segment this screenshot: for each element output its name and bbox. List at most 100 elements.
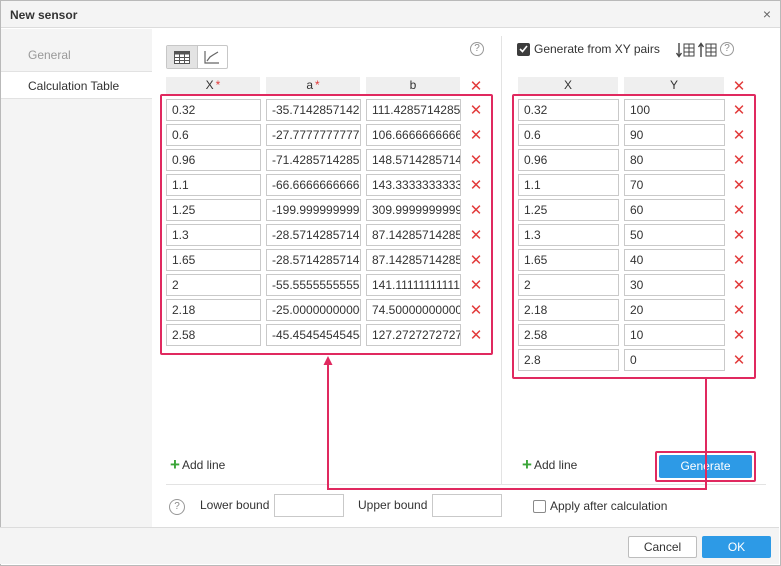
plus-icon: + — [170, 455, 180, 474]
delete-row-icon[interactable]: ✕ — [732, 178, 746, 193]
tab-general[interactable]: General — [1, 41, 152, 69]
left-cell-a[interactable]: -25.000000000000004 — [266, 299, 361, 321]
right-cell-x[interactable]: 1.1 — [518, 174, 619, 196]
delete-row-icon[interactable]: ✕ — [732, 128, 746, 143]
left-cell-a[interactable]: -28.571428571428573 — [266, 224, 361, 246]
delete-row-icon[interactable]: ✕ — [469, 128, 483, 143]
left-cell-x[interactable]: 0.96 — [166, 149, 261, 171]
right-cell-y[interactable]: 70 — [624, 174, 725, 196]
left-cell-b[interactable]: 143.33333333333331 — [366, 174, 461, 196]
delete-row-icon[interactable]: ✕ — [732, 278, 746, 293]
delete-all-left-icon[interactable]: ✕ — [469, 79, 483, 94]
left-cell-a[interactable]: -71.42857142857143 — [266, 149, 361, 171]
right-cell-x[interactable]: 0.6 — [518, 124, 619, 146]
left-cell-x[interactable]: 1.65 — [166, 249, 261, 271]
right-cell-y[interactable]: 60 — [624, 199, 725, 221]
delete-row-icon[interactable]: ✕ — [469, 228, 483, 243]
left-cell-a[interactable]: -35.714285714285715 — [266, 99, 361, 121]
right-cell-x[interactable]: 1.3 — [518, 224, 619, 246]
delete-row-icon[interactable]: ✕ — [732, 303, 746, 318]
sort-controls — [676, 42, 718, 58]
right-cell-x[interactable]: 0.96 — [518, 149, 619, 171]
generate-xy-option[interactable]: Generate from XY pairs — [517, 42, 660, 56]
right-cell-y[interactable]: 100 — [624, 99, 725, 121]
upper-bound-input[interactable] — [432, 494, 502, 517]
right-cell-y[interactable]: 80 — [624, 149, 725, 171]
table-view-button[interactable] — [167, 46, 197, 68]
left-cell-x[interactable]: 2 — [166, 274, 261, 296]
close-icon[interactable]: × — [763, 6, 771, 22]
left-cell-x[interactable]: 2.58 — [166, 324, 261, 346]
right-cell-x[interactable]: 2 — [518, 274, 619, 296]
right-cell-x[interactable]: 2.58 — [518, 324, 619, 346]
generate-button[interactable]: Generate — [659, 455, 752, 478]
cancel-button[interactable]: Cancel — [628, 536, 697, 558]
left-cell-b[interactable]: 106.66666666666666 — [366, 124, 461, 146]
left-cell-a[interactable]: -199.99999999999997 — [266, 199, 361, 221]
sort-ascending-icon[interactable] — [698, 42, 718, 58]
col-header-right-y: Y — [624, 77, 724, 94]
left-cell-a[interactable]: -45.45454545454545 — [266, 324, 361, 346]
delete-row-icon[interactable]: ✕ — [469, 103, 483, 118]
right-cell-y[interactable]: 40 — [624, 249, 725, 271]
ok-button[interactable]: OK — [702, 536, 771, 558]
left-cell-b[interactable]: 87.14285714285714 — [366, 224, 461, 246]
left-cell-a[interactable]: -28.571428571428573 — [266, 249, 361, 271]
left-cell-x[interactable]: 2.18 — [166, 299, 261, 321]
left-cell-b[interactable]: 309.99999999999994 — [366, 199, 461, 221]
tab-calculation-table[interactable]: Calculation Table — [1, 71, 152, 99]
left-cell-x[interactable]: 1.25 — [166, 199, 261, 221]
generate-xy-checkbox[interactable] — [517, 42, 530, 56]
right-cell-y[interactable]: 10 — [624, 324, 725, 346]
chart-view-button[interactable] — [196, 46, 227, 68]
delete-row-icon[interactable]: ✕ — [732, 103, 746, 118]
left-cell-a[interactable]: -27.777777777777775 — [266, 124, 361, 146]
delete-row-icon[interactable]: ✕ — [732, 203, 746, 218]
table-help-icon[interactable]: ? — [470, 42, 484, 56]
right-cell-y[interactable]: 30 — [624, 274, 725, 296]
left-cell-x[interactable]: 1.1 — [166, 174, 261, 196]
left-cell-x[interactable]: 0.32 — [166, 99, 261, 121]
right-cell-x[interactable]: 2.18 — [518, 299, 619, 321]
add-line-right-button[interactable]: + Add line — [522, 456, 578, 473]
delete-all-right-icon[interactable]: ✕ — [732, 79, 746, 94]
right-cell-x[interactable]: 0.32 — [518, 99, 619, 121]
left-cell-b[interactable]: 111.42857142857143 — [366, 99, 461, 121]
delete-row-icon[interactable]: ✕ — [469, 203, 483, 218]
delete-row-icon[interactable]: ✕ — [469, 278, 483, 293]
right-cell-y[interactable]: 0 — [624, 349, 725, 371]
sort-descending-icon[interactable] — [676, 42, 696, 58]
delete-row-icon[interactable]: ✕ — [469, 253, 483, 268]
right-cell-x[interactable]: 1.25 — [518, 199, 619, 221]
left-cell-b[interactable]: 87.14285714285714 — [366, 249, 461, 271]
apply-after-calculation-option[interactable]: Apply after calculation — [533, 499, 667, 513]
left-cell-b[interactable]: 148.57142857142858 — [366, 149, 461, 171]
right-cell-y[interactable]: 20 — [624, 299, 725, 321]
delete-row-icon[interactable]: ✕ — [732, 153, 746, 168]
left-cell-x[interactable]: 0.6 — [166, 124, 261, 146]
delete-row-icon[interactable]: ✕ — [732, 328, 746, 343]
left-cell-a[interactable]: -55.55555555555556 — [266, 274, 361, 296]
delete-row-icon[interactable]: ✕ — [469, 328, 483, 343]
delete-row-icon[interactable]: ✕ — [732, 353, 746, 368]
delete-row-icon[interactable]: ✕ — [732, 228, 746, 243]
delete-row-icon[interactable]: ✕ — [732, 253, 746, 268]
left-cell-b[interactable]: 127.27272727272727 — [366, 324, 461, 346]
lower-bound-input[interactable] — [274, 494, 344, 517]
delete-row-icon[interactable]: ✕ — [469, 153, 483, 168]
right-cell-x[interactable]: 2.8 — [518, 349, 619, 371]
apply-after-calculation-checkbox[interactable] — [533, 499, 546, 513]
left-cell-b[interactable]: 141.11111111111111 — [366, 274, 461, 296]
generate-help-icon[interactable]: ? — [720, 42, 734, 56]
left-cell-b[interactable]: 74.50000000000001 — [366, 299, 461, 321]
bounds-help-icon[interactable]: ? — [169, 499, 185, 515]
delete-row-icon[interactable]: ✕ — [469, 303, 483, 318]
left-cell-x[interactable]: 1.3 — [166, 224, 261, 246]
left-cell-a[interactable]: -66.66666666666666 — [266, 174, 361, 196]
right-cell-y[interactable]: 90 — [624, 124, 725, 146]
right-cell-y[interactable]: 50 — [624, 224, 725, 246]
add-line-right-label: Add line — [533, 458, 578, 472]
delete-row-icon[interactable]: ✕ — [469, 178, 483, 193]
right-cell-x[interactable]: 1.65 — [518, 249, 619, 271]
add-line-left-button[interactable]: + Add line — [170, 455, 225, 474]
